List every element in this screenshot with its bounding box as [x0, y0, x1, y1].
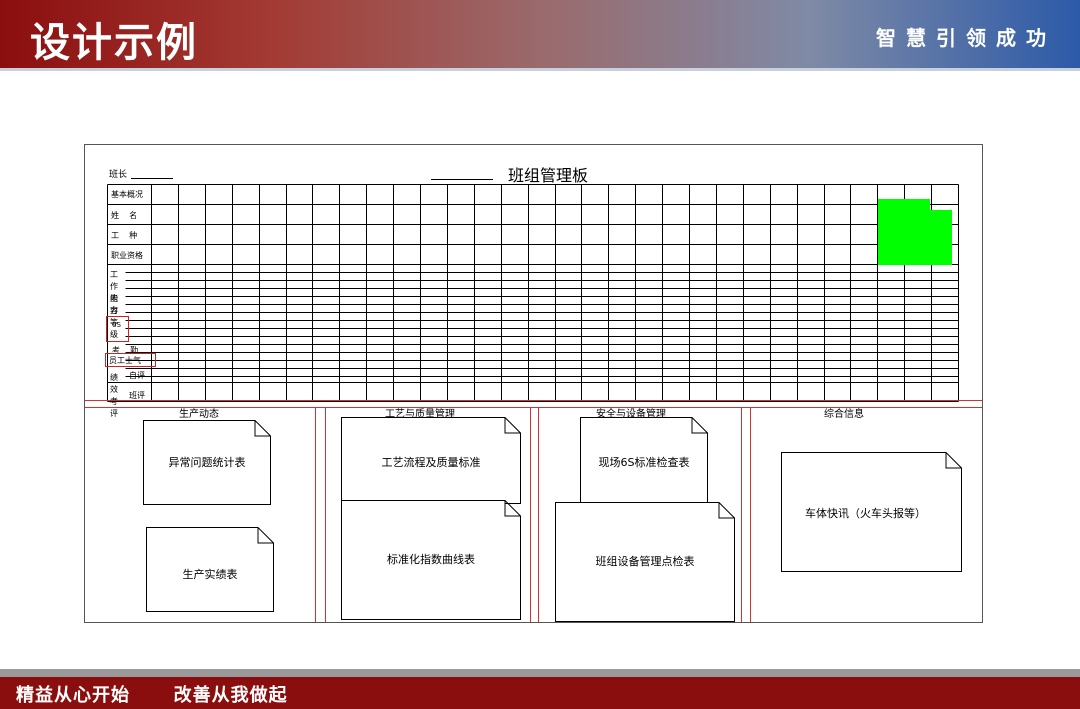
section-divider [325, 407, 326, 622]
leader-label: 班长 [109, 170, 128, 180]
section-title-production: 生产动态 [179, 409, 219, 420]
header-slogan: 智慧引领成功 [876, 26, 1056, 50]
doc-process-quality-standard: 工艺流程及质量标准 [341, 417, 521, 504]
header-divider [0, 68, 1080, 71]
section-divider [741, 407, 742, 622]
doc-equipment-checklist: 班组设备管理点检表 [555, 502, 735, 622]
row-label-name: 姓 名 [111, 211, 138, 220]
header-bar: 设计示例 智慧引领成功 [0, 0, 1080, 68]
leader-blank-line [131, 178, 173, 179]
row-label-self-eval: 自评 [129, 371, 145, 380]
row-label-qualification: 职业资格 [111, 251, 143, 260]
six-s-box [106, 316, 129, 342]
row-label-trade: 工 种 [111, 231, 138, 240]
row-label-six-s: 6S [112, 321, 121, 329]
green-marker-2 [905, 210, 952, 265]
section-divider [750, 407, 751, 622]
footer-bar: 精益从心开始 改善从我做起 [0, 677, 1080, 709]
doc-standardization-curve: 标准化指数曲线表 [341, 500, 521, 620]
staff-grid [107, 184, 959, 402]
section-divider [538, 407, 539, 622]
title-blank-line [431, 179, 493, 180]
row-label-basic: 基本概况 [111, 190, 143, 199]
row-label-morale: 员工士气 [109, 356, 141, 365]
board-title: 班组管理板 [508, 166, 589, 185]
section-divider [315, 407, 316, 622]
row-label-performance: 绩效考评 [110, 373, 118, 418]
doc-abnormal-stats: 异常问题统计表 [143, 420, 271, 505]
red-divider [85, 400, 982, 401]
doc-6s-inspection: 现场6S标准检查表 [580, 417, 708, 503]
slide-title: 设计示例 [30, 20, 198, 66]
doc-news-bulletin: 车体快讯（火车头报等） [781, 452, 962, 572]
footer-divider [0, 669, 1080, 677]
section-divider [530, 407, 531, 622]
doc-production-results: 生产实绩表 [146, 527, 274, 612]
section-title-general-info: 综合信息 [824, 409, 864, 420]
team-management-board: 班长 班组管理板 基本概况 姓 名 工 种 职业资格 工作内容 能力等级 6S … [84, 144, 983, 623]
footer-slogan: 精益从心开始 改善从我做起 [16, 685, 288, 706]
